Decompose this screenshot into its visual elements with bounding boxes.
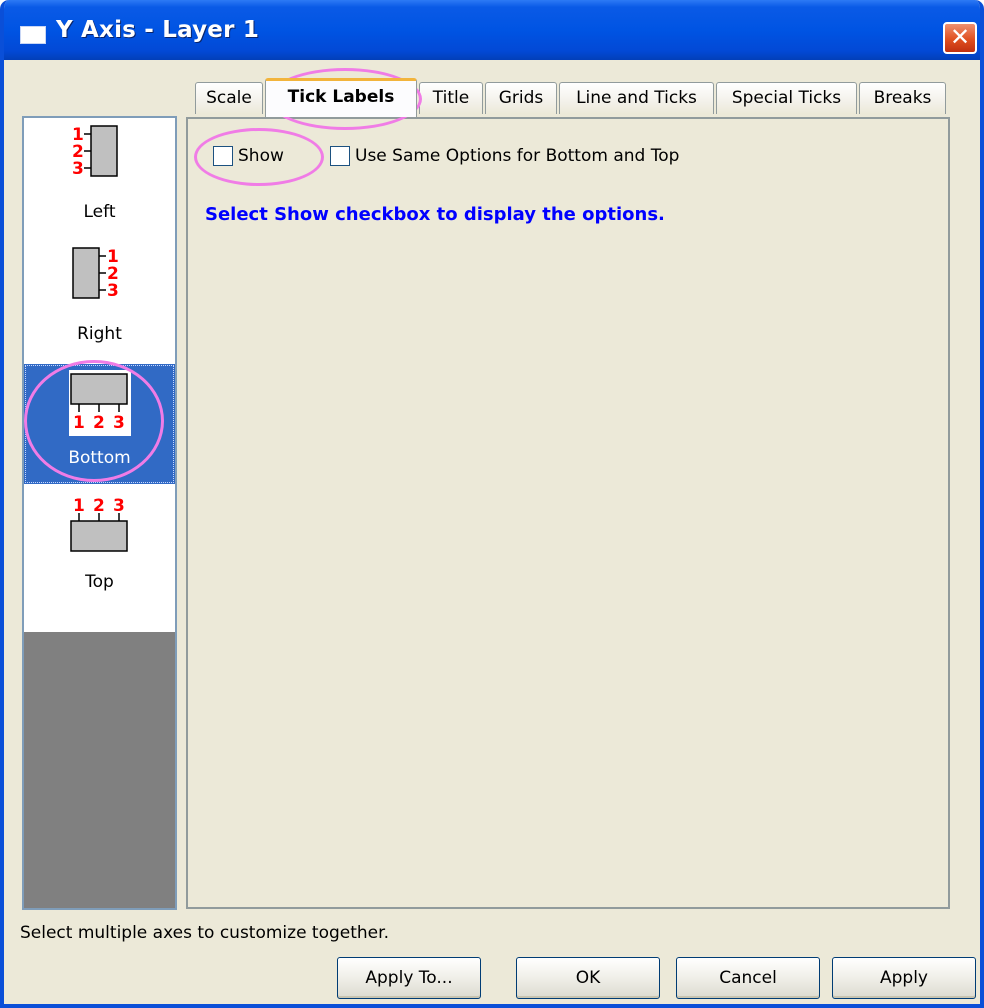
cancel-button[interactable]: Cancel xyxy=(676,957,820,999)
axis-item-label: Right xyxy=(77,324,122,344)
tab-tick-labels[interactable]: Tick Labels xyxy=(265,78,417,117)
ok-button[interactable]: OK xyxy=(516,957,660,999)
status-text: Select multiple axes to customize togeth… xyxy=(20,923,389,943)
tick-number: 3 xyxy=(107,281,119,301)
show-checkbox[interactable] xyxy=(213,146,233,166)
axis-item-label: Top xyxy=(85,572,114,592)
tab-breaks[interactable]: Breaks xyxy=(859,82,946,114)
apply-button[interactable]: Apply xyxy=(832,957,976,999)
window-title: Y Axis - Layer 1 xyxy=(56,17,260,43)
window-icon xyxy=(20,26,46,44)
axis-item-right[interactable]: 1 2 3 Right xyxy=(24,240,175,360)
tab-scale[interactable]: Scale xyxy=(195,82,263,114)
axis-item-top[interactable]: 1 2 3 Top xyxy=(24,488,175,608)
same-options-label: Use Same Options for Bottom and Top xyxy=(355,146,680,166)
tick-number: 3 xyxy=(113,413,125,433)
close-button[interactable]: ✕ xyxy=(943,22,977,54)
axis-bottom-icon: 1 2 3 xyxy=(69,370,131,436)
axis-left-icon: 1 2 3 xyxy=(72,125,118,179)
axis-item-bottom[interactable]: 1 2 3 Bottom xyxy=(24,364,175,484)
axis-right-icon: 1 2 3 xyxy=(72,247,119,301)
apply-to-button[interactable]: Apply To... xyxy=(337,957,481,999)
tab-grids[interactable]: Grids xyxy=(485,82,557,114)
tab-title[interactable]: Title xyxy=(419,82,483,114)
info-message: Select Show checkbox to display the opti… xyxy=(205,204,665,225)
axis-list: 1 2 3 Left 1 2 3 Right 1 2 3 Bottom 1 2 … xyxy=(22,116,177,910)
axis-item-label: Left xyxy=(83,202,116,222)
tab-line-and-ticks[interactable]: Line and Ticks xyxy=(559,82,714,114)
tab-special-ticks[interactable]: Special Ticks xyxy=(716,82,857,114)
axis-top-icon: 1 2 3 xyxy=(70,496,128,552)
tick-number: 2 xyxy=(93,413,105,433)
tick-number: 1 xyxy=(73,413,85,433)
same-options-checkbox[interactable] xyxy=(330,146,350,166)
same-options-checkbox-row[interactable]: Use Same Options for Bottom and Top xyxy=(330,146,730,170)
show-checkbox-row[interactable]: Show xyxy=(213,146,303,170)
tick-labels-panel xyxy=(186,117,950,909)
show-label: Show xyxy=(238,146,284,166)
axis-item-left[interactable]: 1 2 3 Left xyxy=(24,118,175,238)
tab-strip: Scale Tick Labels Title Grids Line and T… xyxy=(186,78,950,118)
axis-item-label: Bottom xyxy=(68,448,131,468)
title-bar[interactable]: Y Axis - Layer 1 ✕ xyxy=(4,0,980,60)
tick-number: 3 xyxy=(72,159,84,179)
